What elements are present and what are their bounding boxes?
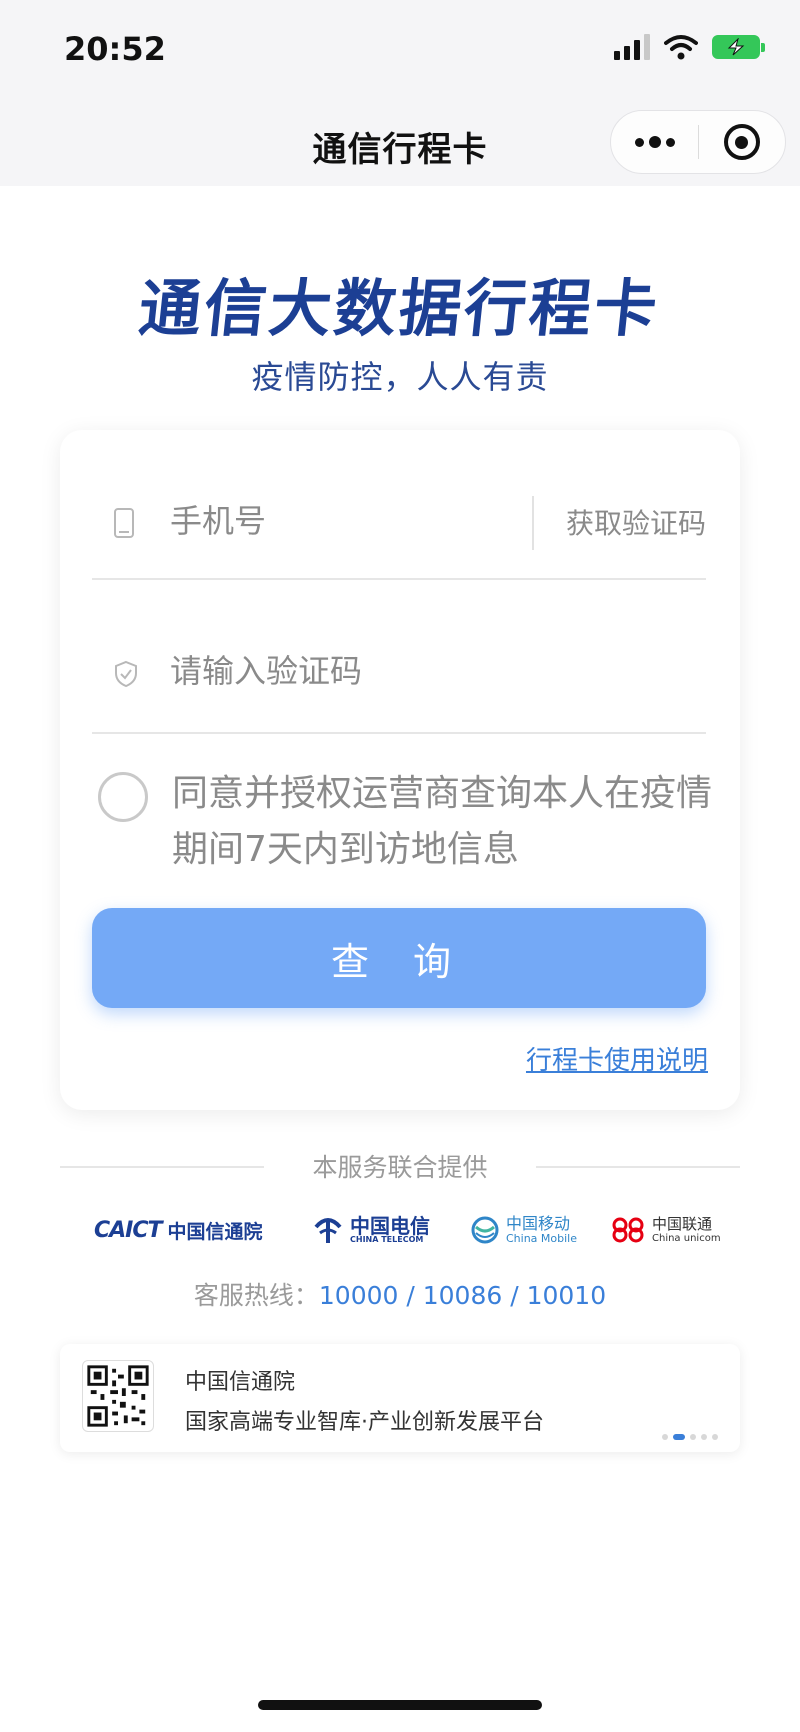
more-dots-icon (634, 137, 644, 147)
shield-check-icon (115, 660, 137, 688)
agreement-checkbox[interactable] (98, 772, 148, 822)
banner-title: 中国信通院 (185, 1370, 296, 1395)
wifi-icon (664, 35, 698, 60)
hotline-label: 客服热线： (193, 1281, 319, 1310)
more-dots-icon (648, 136, 661, 148)
china-unicom-logo: 中国联通 China unicom (610, 1200, 721, 1260)
close-miniprogram-button[interactable] (699, 111, 785, 173)
more-options-button[interactable] (611, 111, 698, 173)
carousel-dot (701, 1434, 707, 1440)
verification-code-input[interactable] (170, 646, 510, 696)
provider-logos: CAICT 中国信通院 中国电信 CHINA TELECOM 中国移动 Chin… (60, 1200, 740, 1260)
status-icons (614, 34, 765, 60)
unicom-knot-icon (612, 1217, 644, 1243)
status-bar: 20:52 (0, 0, 800, 100)
query-form-card: 获取验证码 同意并授权运营商查询本人在疫情期间7天内到访地信息 查 询 行程卡使… (60, 430, 740, 1110)
get-verification-code-button[interactable]: 获取验证码 (566, 502, 706, 542)
page-title: 通信大数据行程卡 (135, 272, 664, 345)
telecom-symbol-icon (314, 1218, 342, 1243)
qr-code-icon (82, 1360, 154, 1432)
carousel-dot-active (673, 1434, 685, 1440)
mobile-phone-icon (114, 508, 134, 538)
china-telecom-logo: 中国电信 CHINA TELECOM (312, 1200, 430, 1260)
agreement-text: 同意并授权运营商查询本人在疫情期间7天内到访地信息 (172, 773, 713, 870)
cellular-signal-icon (614, 34, 650, 60)
caict-logo: CAICT 中国信通院 (94, 1217, 263, 1243)
query-button[interactable]: 查 询 (92, 908, 706, 1008)
target-close-icon (723, 124, 760, 160)
more-dots-icon (665, 137, 675, 147)
hotline-numbers[interactable]: 10000 / 10086 / 10010 (319, 1281, 606, 1310)
status-time: 20:52 (64, 30, 166, 68)
customer-service-hotline: 客服热线：10000 / 10086 / 10010 (0, 1276, 800, 1312)
nav-bar: 通信行程卡 (0, 100, 800, 186)
agreement-row: 同意并授权运营商查询本人在疫情期间7天内到访地信息 (98, 766, 718, 886)
carousel-dot (712, 1434, 718, 1440)
carousel-dot (662, 1434, 668, 1440)
miniprogram-capsule (610, 110, 786, 174)
battery-charging-icon (712, 35, 765, 59)
home-indicator[interactable] (258, 1700, 542, 1710)
phone-number-input[interactable] (170, 496, 510, 546)
code-field-row (92, 580, 706, 734)
providers-title: 本服务联合提供 (312, 1153, 488, 1182)
page-subtitle: 疫情防控，人人有责 (251, 358, 549, 396)
mobile-symbol-icon (471, 1216, 499, 1244)
field-divider (532, 496, 534, 550)
carousel-indicator (662, 1434, 718, 1440)
banner-text: 国家高端专业智库·产业创新发展平台 (185, 1410, 544, 1435)
promo-banner[interactable]: 中国信通院 国家高端专业智库·产业创新发展平台 (60, 1344, 740, 1452)
carousel-dot (690, 1434, 696, 1440)
usage-guide-link[interactable]: 行程卡使用说明 (526, 1040, 708, 1077)
phone-field-row: 获取验证码 (92, 430, 706, 580)
china-mobile-logo: 中国移动 China Mobile (470, 1200, 577, 1260)
